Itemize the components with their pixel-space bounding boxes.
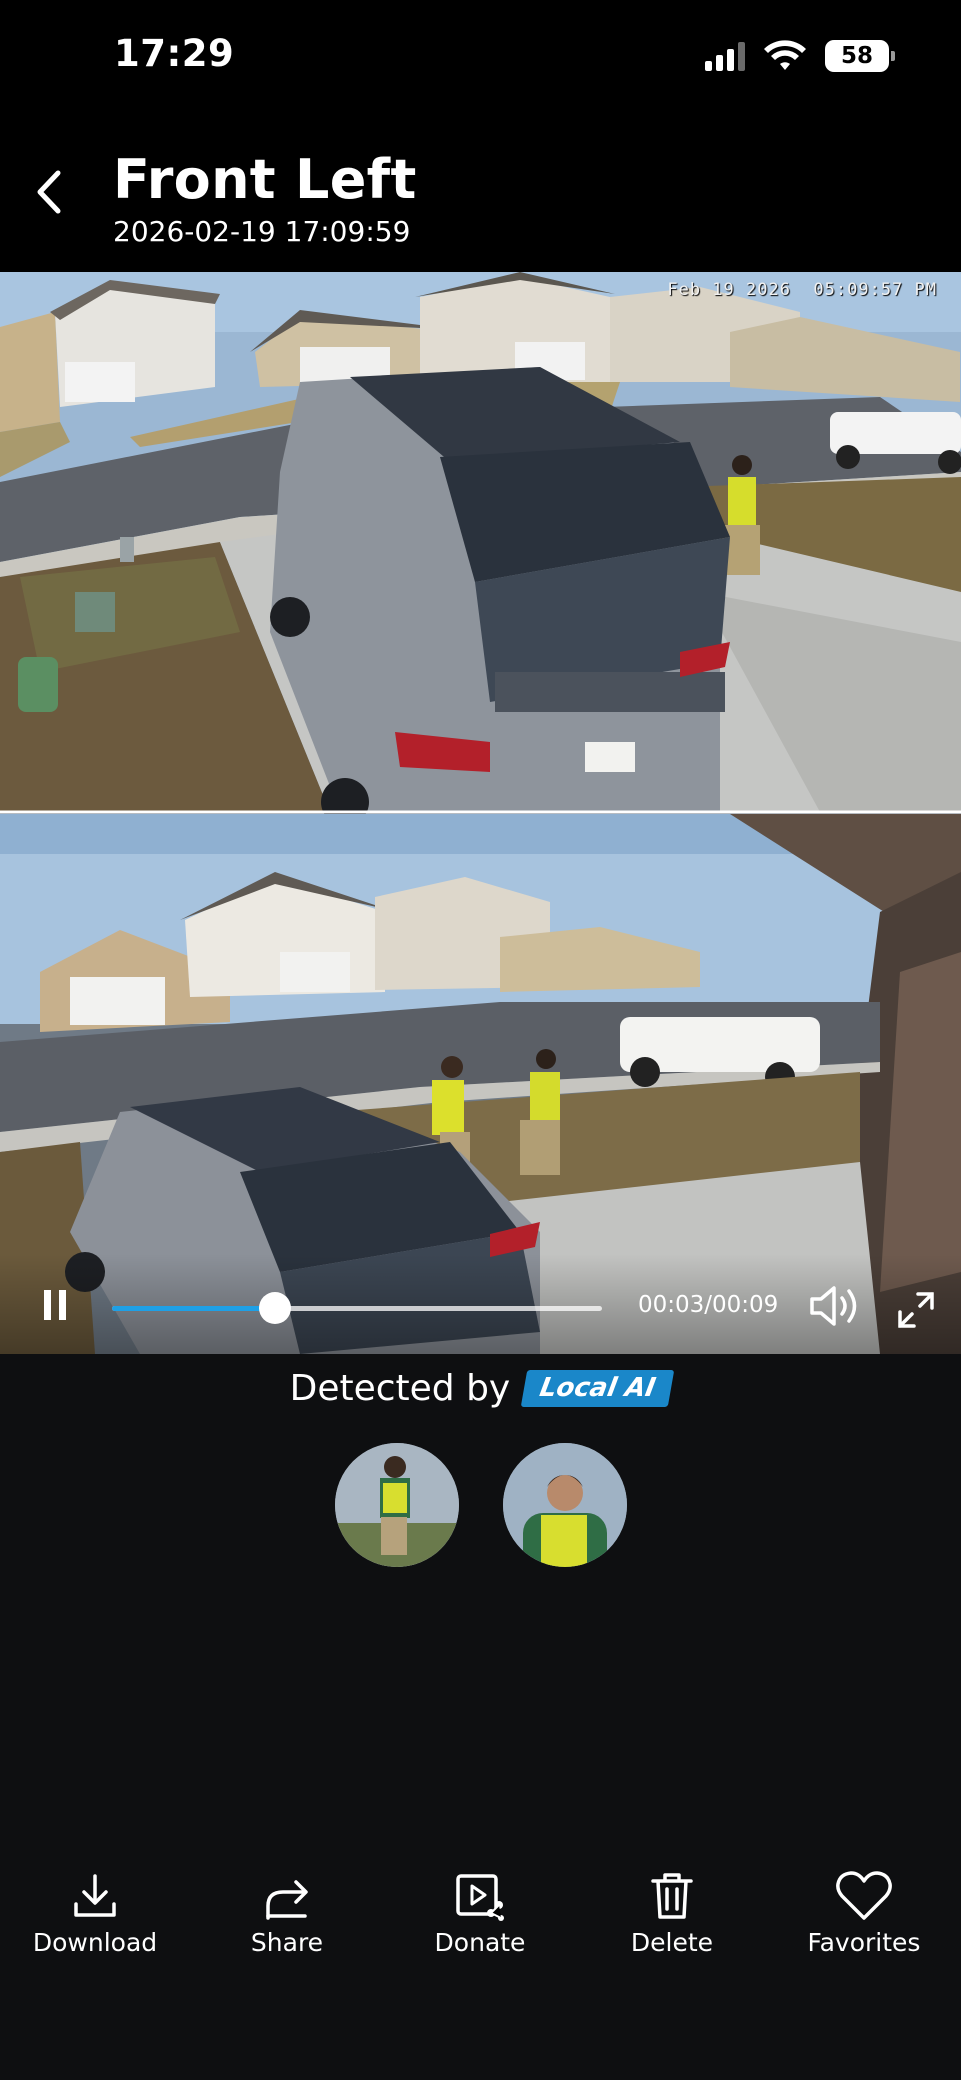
download-icon xyxy=(74,1874,116,1917)
person-thumbnail[interactable] xyxy=(334,1443,459,1567)
wifi-icon xyxy=(764,40,806,70)
detected-by-label: Detected by xyxy=(289,1368,511,1409)
time-readout: 00:03/00:09 xyxy=(638,1292,779,1318)
trash-icon xyxy=(651,1873,693,1919)
volume-button[interactable] xyxy=(808,1284,864,1332)
person-icon xyxy=(334,1443,459,1567)
favorites-label: Favorites xyxy=(807,1928,921,1957)
fullscreen-icon xyxy=(898,1292,934,1328)
camera-timestamp-overlay: Feb 19 2026 05:09:57 PM xyxy=(667,280,937,300)
favorites-button[interactable]: Favorites xyxy=(779,1870,949,1957)
page-title: Front Left xyxy=(113,148,417,211)
back-button[interactable] xyxy=(28,162,70,222)
video-controls: 00:03/00:09 xyxy=(0,1254,961,1354)
donate-button[interactable]: Donate xyxy=(395,1870,565,1957)
volume-icon xyxy=(810,1286,857,1326)
download-label: Download xyxy=(32,1928,158,1957)
heart-icon xyxy=(836,1871,892,1920)
pause-icon xyxy=(44,1290,51,1320)
status-icons: 58 xyxy=(705,38,895,74)
detection-source: Detected by Local AI xyxy=(0,1368,961,1409)
local-ai-badge: Local AI xyxy=(520,1370,675,1407)
bottom-toolbar: Download Share Donate Delete Favorites xyxy=(0,1870,961,1980)
detection-thumbnails xyxy=(0,1443,961,1567)
status-bar: 17:29 58 xyxy=(0,0,961,120)
status-time: 17:29 xyxy=(114,32,235,75)
cellular-signal-icon xyxy=(705,41,745,71)
share-label: Share xyxy=(250,1928,324,1957)
chevron-left-icon xyxy=(37,170,61,214)
video-player[interactable]: Feb 19 2026 05:09:57 PM 00:03/00:09 xyxy=(0,272,961,1354)
video-frame xyxy=(0,272,961,1354)
share-button[interactable]: Share xyxy=(202,1870,372,1957)
donate-label: Donate xyxy=(434,1928,526,1957)
delete-label: Delete xyxy=(630,1928,714,1957)
delete-button[interactable]: Delete xyxy=(587,1870,757,1957)
battery-icon: 58 xyxy=(825,40,895,72)
donate-video-icon xyxy=(456,1874,504,1921)
progress-thumb[interactable] xyxy=(259,1292,292,1324)
fullscreen-button[interactable] xyxy=(896,1290,936,1334)
person-thumbnail[interactable] xyxy=(502,1443,627,1567)
recording-datetime: 2026-02-19 17:09:59 xyxy=(113,215,411,248)
pause-button[interactable] xyxy=(40,1290,70,1322)
header: Front Left 2026-02-19 17:09:59 xyxy=(0,120,961,272)
share-icon xyxy=(266,1880,308,1920)
progress-bar[interactable] xyxy=(112,1292,602,1324)
progress-fill xyxy=(112,1306,276,1311)
person-icon xyxy=(502,1443,627,1567)
download-button[interactable]: Download xyxy=(10,1870,180,1957)
